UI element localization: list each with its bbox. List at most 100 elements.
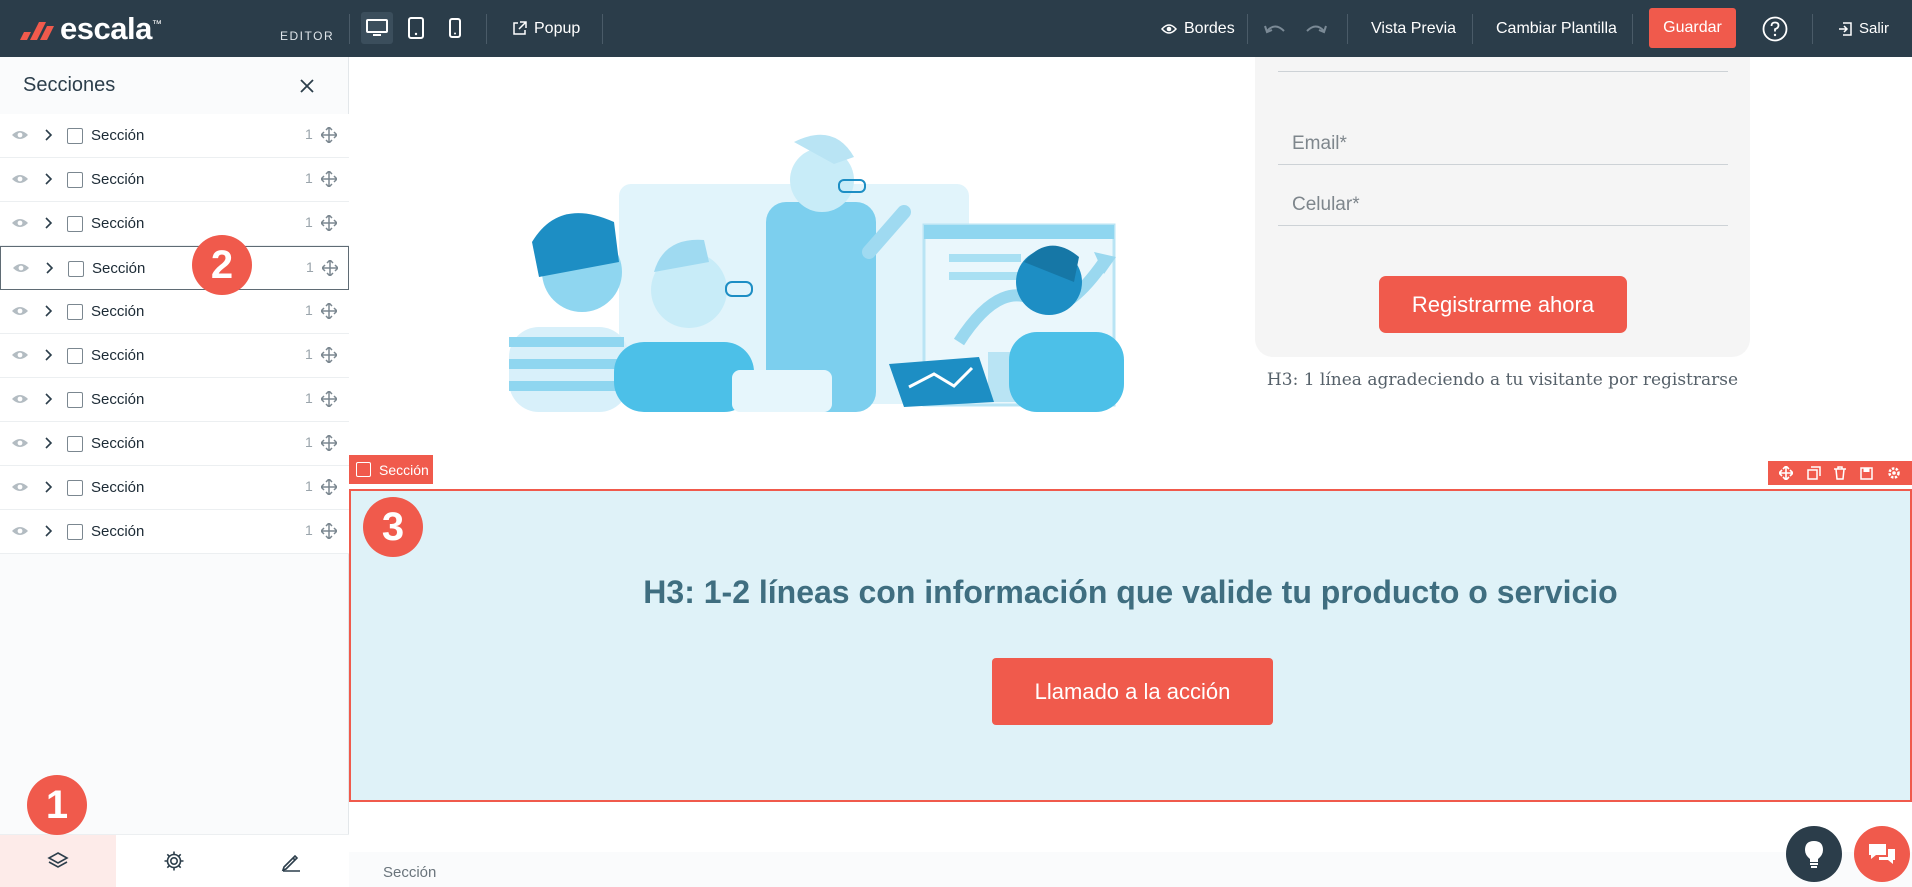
chevron-right-icon[interactable] xyxy=(45,173,53,185)
drag-handle-icon[interactable] xyxy=(321,479,337,495)
section-checkbox[interactable] xyxy=(68,261,84,277)
bordes-toggle[interactable]: Bordes xyxy=(1161,0,1235,57)
drag-handle-icon[interactable] xyxy=(321,127,337,143)
eye-icon[interactable] xyxy=(11,525,29,537)
annotation-badge-3: 3 xyxy=(363,497,423,557)
drag-handle-icon[interactable] xyxy=(321,171,337,187)
section-row-count: 1 xyxy=(305,434,313,450)
save-icon[interactable] xyxy=(1860,466,1874,480)
preview-button[interactable]: Vista Previa xyxy=(1371,0,1456,57)
register-button[interactable]: Registrarme ahora xyxy=(1379,276,1627,333)
eye-icon[interactable] xyxy=(11,393,29,405)
section-row[interactable]: Sección 1 xyxy=(0,466,349,510)
chevron-right-icon[interactable] xyxy=(45,305,53,317)
divider xyxy=(602,14,603,44)
drag-handle-icon[interactable] xyxy=(321,435,337,451)
settings-icon[interactable] xyxy=(1887,466,1901,480)
drag-handle-icon[interactable] xyxy=(321,523,337,539)
eye-icon[interactable] xyxy=(11,437,29,449)
exit-label: Salir xyxy=(1859,20,1890,37)
drag-handle-icon[interactable] xyxy=(321,303,337,319)
email-field[interactable]: Email* xyxy=(1278,123,1728,165)
mobile-icon xyxy=(449,18,461,38)
selected-section-tag[interactable]: Sección xyxy=(349,455,433,484)
eye-icon[interactable] xyxy=(11,349,29,361)
section-row[interactable]: Sección 1 xyxy=(0,422,349,466)
chevron-right-icon[interactable] xyxy=(45,217,53,229)
eye-icon[interactable] xyxy=(11,305,29,317)
chevron-right-icon[interactable] xyxy=(45,393,53,405)
close-icon[interactable] xyxy=(296,75,318,97)
redo-button[interactable] xyxy=(1304,0,1335,57)
section-checkbox[interactable] xyxy=(67,392,83,408)
chevron-right-icon[interactable] xyxy=(46,262,54,274)
section-checkbox[interactable] xyxy=(67,348,83,364)
eye-icon[interactable] xyxy=(11,217,29,229)
section-row[interactable]: Sección 1 xyxy=(0,114,349,158)
tab-design[interactable] xyxy=(232,835,349,887)
drag-handle-icon[interactable] xyxy=(322,260,338,276)
section-checkbox[interactable] xyxy=(67,480,83,496)
tab-layers[interactable] xyxy=(0,835,117,887)
section-row-label: Sección xyxy=(92,260,146,277)
duplicate-icon[interactable] xyxy=(1806,466,1821,480)
mobile-view-button[interactable] xyxy=(439,12,471,44)
section-checkbox[interactable] xyxy=(67,172,83,188)
divider xyxy=(1812,14,1813,44)
eye-icon[interactable] xyxy=(12,262,30,274)
chevron-right-icon[interactable] xyxy=(45,129,53,141)
logo-mark-icon xyxy=(20,22,54,40)
change-template-button[interactable]: Cambiar Plantilla xyxy=(1496,0,1617,57)
tablet-view-button[interactable] xyxy=(400,12,432,44)
team-illustration xyxy=(504,102,1129,412)
drag-handle-icon[interactable] xyxy=(321,391,337,407)
section-row[interactable]: Sección 1 xyxy=(0,246,349,290)
pen-icon xyxy=(281,854,300,872)
selected-section[interactable]: H3: 1-2 líneas con información que valid… xyxy=(349,489,1912,802)
section-row-label: Sección xyxy=(91,303,145,320)
chevron-right-icon[interactable] xyxy=(45,525,53,537)
trash-icon[interactable] xyxy=(1834,466,1847,480)
tab-settings[interactable] xyxy=(116,835,233,887)
section-checkbox[interactable] xyxy=(67,436,83,452)
section-row[interactable]: Sección 1 xyxy=(0,510,349,554)
desktop-view-button[interactable] xyxy=(361,12,393,44)
eye-icon[interactable] xyxy=(11,173,29,185)
chevron-right-icon[interactable] xyxy=(45,437,53,449)
cta-button[interactable]: Llamado a la acción xyxy=(992,658,1273,725)
save-button[interactable]: Guardar xyxy=(1649,8,1736,48)
drag-handle-icon[interactable] xyxy=(321,215,337,231)
section-row[interactable]: Sección 1 xyxy=(0,158,349,202)
divider xyxy=(1632,14,1633,44)
section-row[interactable]: Sección 1 xyxy=(0,202,349,246)
annotation-badge-2: 2 xyxy=(192,235,252,295)
drag-handle-icon[interactable] xyxy=(321,347,337,363)
eye-icon[interactable] xyxy=(11,129,29,141)
section-row[interactable]: Sección 1 xyxy=(0,378,349,422)
section-row[interactable]: Sección 1 xyxy=(0,290,349,334)
section-row-count: 1 xyxy=(305,522,313,538)
chevron-right-icon[interactable] xyxy=(45,349,53,361)
name-field[interactable] xyxy=(1278,57,1728,72)
section-row[interactable]: Sección 1 xyxy=(0,334,349,378)
exit-button[interactable]: Salir xyxy=(1838,0,1889,57)
undo-button[interactable] xyxy=(1263,0,1294,57)
phone-field[interactable]: Celular* xyxy=(1278,184,1728,226)
section-checkbox[interactable] xyxy=(67,216,83,232)
divider xyxy=(1247,14,1248,44)
tips-button[interactable] xyxy=(1786,826,1842,882)
section-checkbox[interactable] xyxy=(67,128,83,144)
help-button[interactable] xyxy=(1762,0,1795,57)
section-icon xyxy=(356,462,371,477)
team-meeting-illustration xyxy=(509,134,1124,412)
section-row-count: 1 xyxy=(305,346,313,362)
eye-icon[interactable] xyxy=(11,481,29,493)
move-icon[interactable] xyxy=(1778,466,1793,480)
popup-button[interactable]: Popup xyxy=(512,0,580,57)
section-list: Sección 1 Sección 1 Sección 1 Sección 1 Sección 1… xyxy=(0,114,349,554)
chat-icon xyxy=(1869,844,1895,864)
chevron-right-icon[interactable] xyxy=(45,481,53,493)
section-checkbox[interactable] xyxy=(67,304,83,320)
chat-button[interactable] xyxy=(1854,826,1910,882)
section-checkbox[interactable] xyxy=(67,524,83,540)
